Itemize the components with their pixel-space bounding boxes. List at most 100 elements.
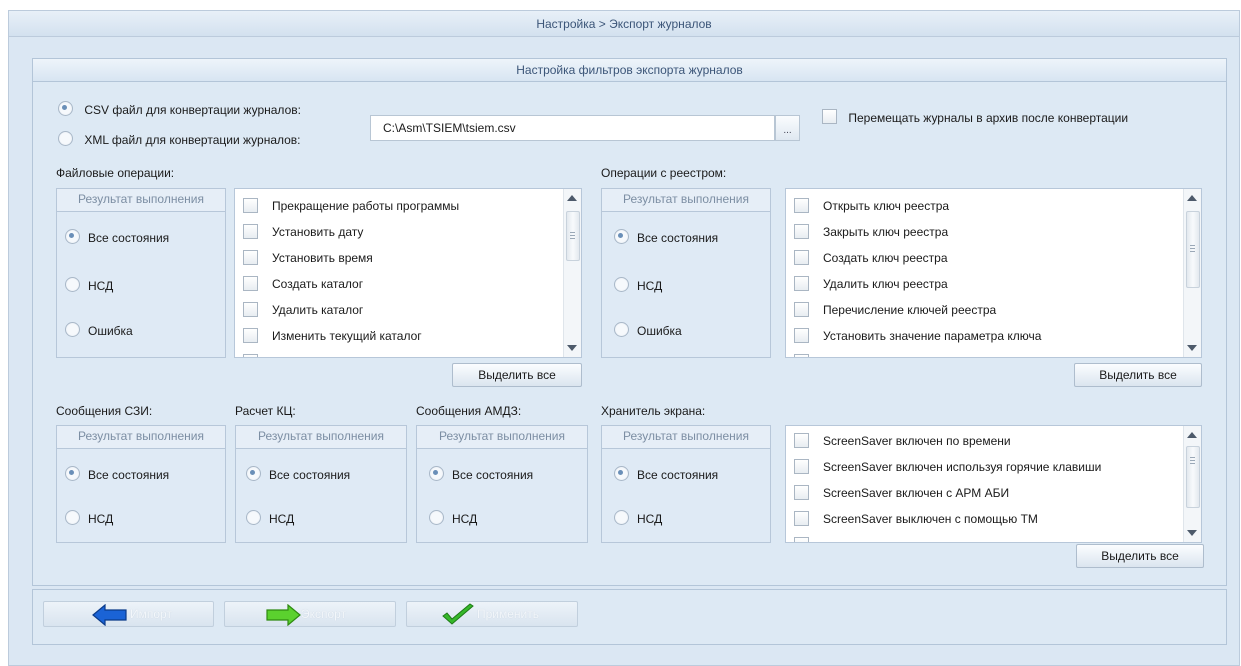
screensaver-list[interactable]: ScreenSaver включен по времени ScreenSav… (785, 425, 1202, 543)
file-path-input[interactable]: C:\Asm\TSIEM\tsiem.csv (370, 115, 775, 141)
window-title: Настройка > Экспорт журналов (8, 10, 1240, 37)
item-checkbox[interactable] (794, 198, 809, 214)
archive-checkbox[interactable] (822, 109, 837, 124)
list-item[interactable]: ScreenSaver выключен с помощью ТМ (794, 510, 1038, 528)
item-checkbox[interactable] (243, 250, 258, 266)
scroll-thumb[interactable] (1186, 211, 1200, 288)
file-ops-list[interactable]: Прекращение работы программы Установить … (234, 188, 582, 358)
list-item-partial[interactable] (243, 353, 272, 357)
list-item[interactable]: Прекращение работы программы (243, 197, 459, 215)
scroll-down-icon[interactable] (1187, 345, 1197, 351)
item-label: Создать ключ реестра (823, 250, 948, 265)
registry-ops-list[interactable]: Открыть ключ реестра Закрыть ключ реестр… (785, 188, 1202, 358)
radio-icon[interactable] (65, 229, 80, 244)
radio-icon[interactable] (246, 466, 261, 481)
browse-button[interactable]: ... (775, 115, 800, 141)
item-checkbox[interactable] (794, 459, 809, 475)
item-checkbox[interactable] (243, 276, 258, 292)
file-ops-radio-error[interactable]: Ошибка (65, 322, 133, 340)
csv-radio[interactable] (58, 101, 73, 116)
radio-icon[interactable] (614, 277, 629, 292)
radio-icon[interactable] (65, 466, 80, 481)
file-ops-select-all-button[interactable]: Выделить все (452, 363, 582, 387)
radio-icon[interactable] (246, 510, 261, 525)
grip-line (1190, 248, 1195, 249)
item-checkbox[interactable] (243, 224, 258, 240)
scroll-thumb[interactable] (566, 211, 580, 261)
list-item[interactable]: Установить дату (243, 223, 363, 241)
export-button[interactable]: Экспорт (224, 601, 396, 627)
item-checkbox[interactable] (794, 250, 809, 266)
file-ops-radio-nsd[interactable]: НСД (65, 277, 113, 295)
list-item[interactable]: Создать каталог (243, 275, 363, 293)
archive-option[interactable]: Перемещать журналы в архив после конверт… (822, 109, 1128, 127)
radio-icon[interactable] (65, 277, 80, 292)
amdz-radio-all[interactable]: Все состояния (429, 466, 533, 484)
list-item[interactable]: ScreenSaver включен используя горячие кл… (794, 458, 1101, 476)
screensaver-select-all-button[interactable]: Выделить все (1076, 544, 1204, 568)
screensaver-radio-all[interactable]: Все состояния (614, 466, 718, 484)
item-checkbox[interactable] (794, 485, 809, 501)
list-item[interactable]: Удалить ключ реестра (794, 275, 948, 293)
list-item[interactable]: Установить время (243, 249, 373, 267)
apply-button[interactable]: Применить (406, 601, 578, 627)
item-checkbox[interactable] (794, 433, 809, 449)
item-checkbox[interactable] (794, 511, 809, 527)
scrollbar[interactable] (1183, 189, 1201, 357)
item-checkbox[interactable] (243, 354, 258, 357)
scroll-thumb[interactable] (1186, 446, 1200, 508)
registry-ops-radio-all[interactable]: Все состояния (614, 229, 718, 247)
list-item[interactable]: ScreenSaver включен с АРМ АБИ (794, 484, 1009, 502)
item-checkbox[interactable] (243, 198, 258, 214)
scrollbar[interactable] (563, 189, 581, 357)
radio-icon[interactable] (65, 510, 80, 525)
scroll-up-icon[interactable] (567, 195, 577, 201)
item-checkbox[interactable] (794, 302, 809, 318)
list-item[interactable]: Удалить каталог (243, 301, 363, 319)
item-checkbox[interactable] (243, 302, 258, 318)
list-item[interactable]: Закрыть ключ реестра (794, 223, 948, 241)
kc-radio-nsd[interactable]: НСД (246, 510, 294, 528)
registry-ops-radio-nsd[interactable]: НСД (614, 277, 662, 295)
radio-icon[interactable] (614, 466, 629, 481)
list-item[interactable]: Открыть ключ реестра (794, 197, 949, 215)
scroll-up-icon[interactable] (1187, 432, 1197, 438)
scroll-down-icon[interactable] (567, 345, 577, 351)
item-checkbox[interactable] (794, 224, 809, 240)
screensaver-radio-nsd[interactable]: НСД (614, 510, 662, 528)
xml-option[interactable]: XML файл для конвертации журналов: (58, 131, 301, 149)
csv-option[interactable]: CSV файл для конвертации журналов: (58, 101, 301, 119)
item-checkbox[interactable] (794, 276, 809, 292)
szi-radio-all[interactable]: Все состояния (65, 466, 169, 484)
szi-title: Сообщения СЗИ: (56, 404, 153, 418)
radio-icon[interactable] (614, 229, 629, 244)
radio-icon[interactable] (429, 510, 444, 525)
list-item-partial[interactable] (794, 536, 823, 542)
radio-icon[interactable] (429, 466, 444, 481)
szi-radio-nsd[interactable]: НСД (65, 510, 113, 528)
radio-icon[interactable] (614, 322, 629, 337)
list-item-partial[interactable] (794, 353, 823, 357)
xml-radio[interactable] (58, 131, 73, 146)
scroll-up-icon[interactable] (1187, 195, 1197, 201)
radio-icon[interactable] (65, 322, 80, 337)
file-ops-radio-all[interactable]: Все состояния (65, 229, 169, 247)
registry-ops-radio-error[interactable]: Ошибка (614, 322, 682, 340)
item-checkbox[interactable] (243, 328, 258, 344)
kc-radio-all[interactable]: Все состояния (246, 466, 350, 484)
registry-ops-select-all-button[interactable]: Выделить все (1074, 363, 1202, 387)
group-header: Результат выполнения (417, 426, 587, 449)
list-item[interactable]: Перечисление ключей реестра (794, 301, 996, 319)
list-item[interactable]: ScreenSaver включен по времени (794, 432, 1011, 450)
list-item[interactable]: Создать ключ реестра (794, 249, 948, 267)
item-checkbox[interactable] (794, 328, 809, 344)
import-button[interactable]: Импорт (43, 601, 214, 627)
item-checkbox[interactable] (794, 354, 809, 357)
scroll-down-icon[interactable] (1187, 530, 1197, 536)
radio-icon[interactable] (614, 510, 629, 525)
item-checkbox[interactable] (794, 537, 809, 542)
list-item[interactable]: Изменить текущий каталог (243, 327, 422, 345)
scrollbar[interactable] (1183, 426, 1201, 542)
amdz-radio-nsd[interactable]: НСД (429, 510, 477, 528)
list-item[interactable]: Установить значение параметра ключа (794, 327, 1041, 345)
